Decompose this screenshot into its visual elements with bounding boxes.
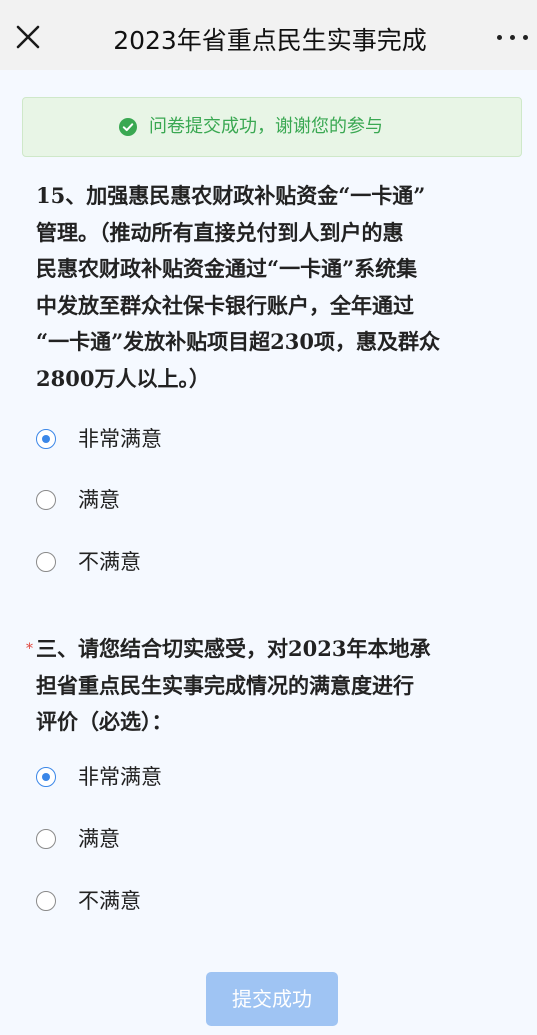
radio-button-selected[interactable] [36,429,56,449]
option-satisfied[interactable]: 满意 [36,481,336,521]
option-dissatisfied[interactable]: 不满意 [36,882,336,922]
radio-button[interactable] [36,552,56,572]
option-label: 满意 [78,488,120,512]
close-button[interactable] [10,19,46,55]
more-dot-icon [510,35,515,40]
question-text-line: 民惠农财政补贴资金通过“一卡通”系统集 [36,256,418,281]
option-dissatisfied[interactable]: 不满意 [36,543,336,583]
question-text-line: 中发放至群众社保卡银行账户，全年通过 [36,292,414,318]
question-text-line: 管理。（推动所有直接兑付到人到户的惠 [36,219,404,245]
page-title: 2023年省重点民生实事完成 [113,26,427,55]
radio-button[interactable] [36,490,56,510]
question-3: * 三、请您结合切实感受，对2023年本地承 担省重点民生实事完成情况的满意度进… [26,631,506,741]
option-label: 满意 [78,827,120,851]
success-banner: 问卷提交成功，谢谢您的参与 [22,97,522,157]
question-text-line: 担省重点民生实事完成情况的满意度进行 [36,672,414,698]
radio-button[interactable] [36,891,56,911]
success-message: 问卷提交成功，谢谢您的参与 [149,116,383,137]
option-label: 非常满意 [78,427,162,451]
radio-button[interactable] [36,829,56,849]
option-label: 非常满意 [78,765,162,789]
more-options-button[interactable] [495,26,531,48]
more-dot-icon [497,35,502,40]
option-very-satisfied[interactable]: 非常满意 [36,758,336,798]
more-dot-icon [523,35,528,40]
question-text-line: 评价（必选）： [36,709,173,734]
check-circle-icon [119,118,137,136]
top-bar: 2023年省重点民生实事完成 [0,0,537,70]
option-label: 不满意 [78,889,141,913]
question-text-line: 三、请您结合切实感受，对2023年本地承 [36,636,431,661]
option-very-satisfied[interactable]: 非常满意 [36,420,336,460]
submit-button[interactable]: 提交成功 [206,972,338,1026]
option-label: 不满意 [78,550,141,574]
question-text-line: 2800万人以上。） [36,365,210,391]
radio-button-selected[interactable] [36,767,56,787]
question-text-line: “一卡通”发放补贴项目超230项，惠及群众 [36,329,440,354]
option-satisfied[interactable]: 满意 [36,820,336,860]
question-text-line: 15、加强惠民惠农财政补贴资金“一卡通” [36,183,426,208]
required-marker: * [26,641,33,657]
close-icon [16,25,40,49]
question-15: 15、加强惠民惠农财政补贴资金“一卡通” 管理。（推动所有直接兑付到人到户的惠 … [36,178,506,397]
